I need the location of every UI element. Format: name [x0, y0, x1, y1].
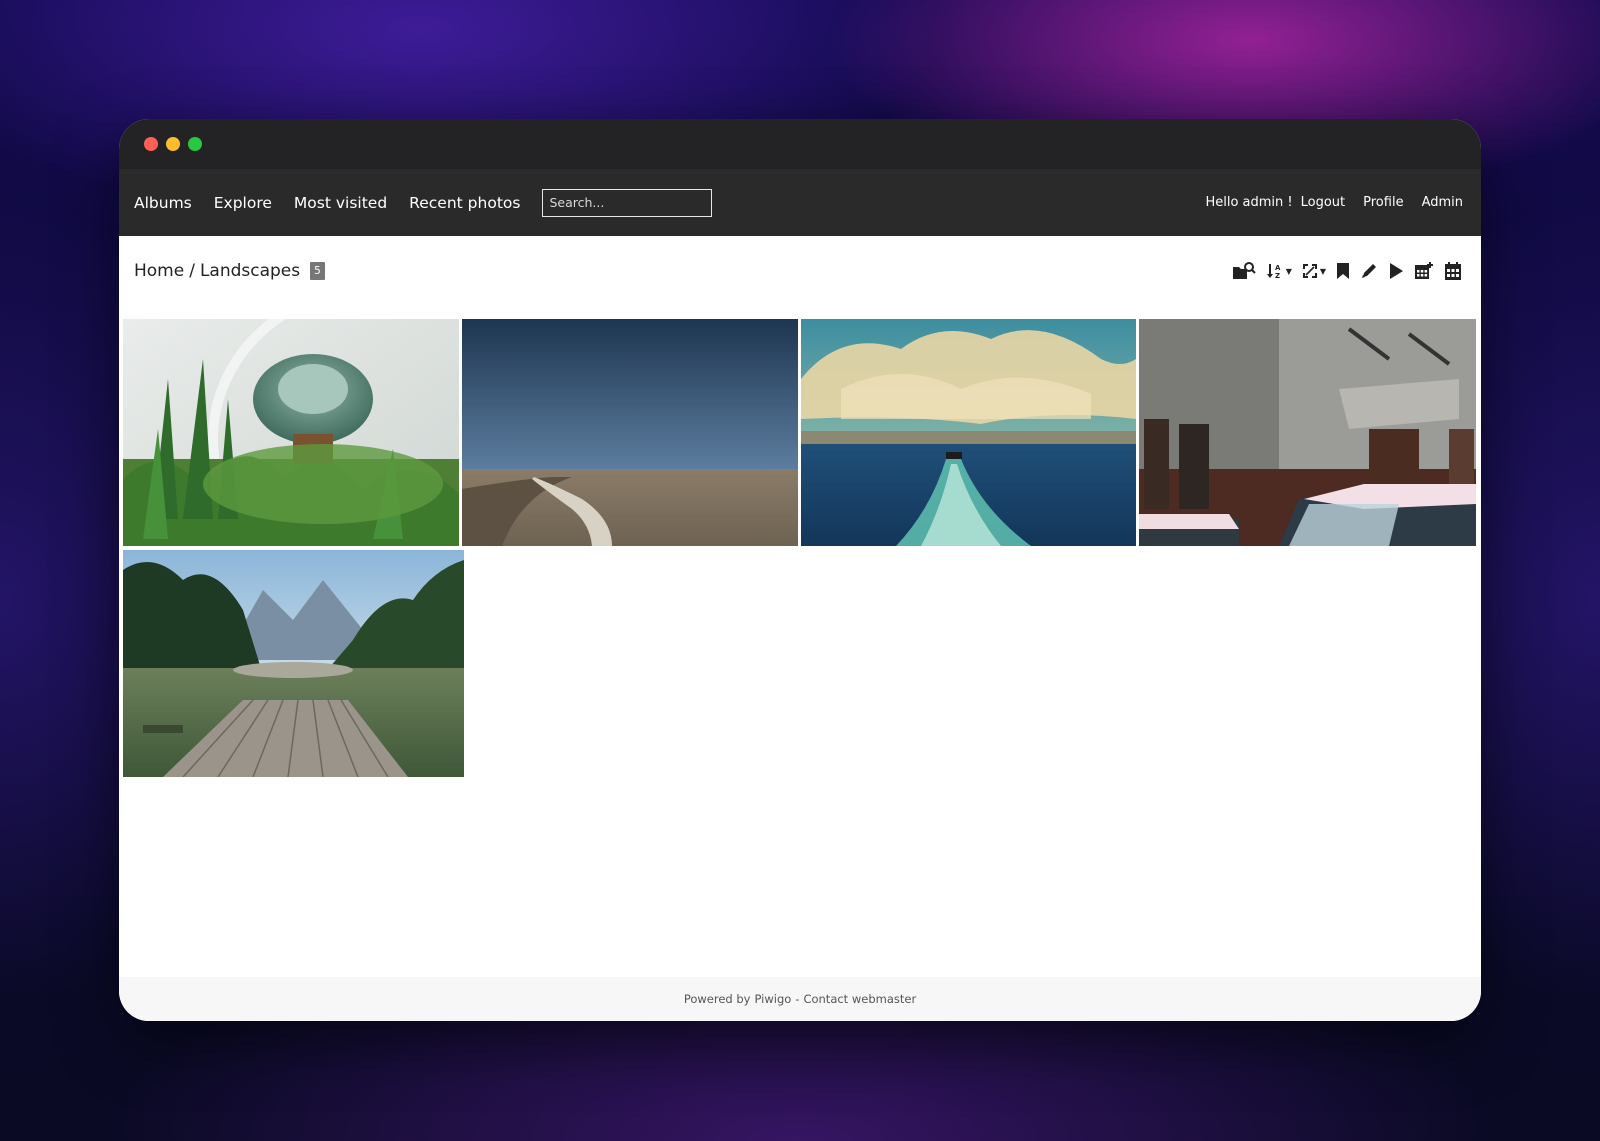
calendar-posted-icon[interactable] — [1414, 261, 1434, 281]
svg-text:A: A — [1275, 264, 1281, 272]
nav-recent-photos[interactable]: Recent photos — [409, 194, 520, 212]
breadcrumb-separator: / — [189, 261, 195, 281]
logout-link[interactable]: Logout — [1301, 195, 1346, 210]
breadcrumb: Home / Landscapes 5 — [134, 261, 325, 281]
search-input[interactable] — [542, 188, 713, 217]
minimize-window-button[interactable] — [166, 137, 180, 151]
browser-window: Albums Explore Most visited Recent photo… — [119, 119, 1481, 1021]
title-bar — [119, 119, 1481, 169]
breadcrumb-current[interactable]: Landscapes — [200, 261, 300, 281]
page-footer: Powered by Piwigo - Contact webmaster — [119, 977, 1481, 1021]
footer-separator: - — [795, 992, 800, 1006]
admin-link[interactable]: Admin — [1422, 195, 1463, 210]
main-navbar: Albums Explore Most visited Recent photo… — [119, 169, 1481, 236]
album-toolbar: A Z ▼ ▼ — [1232, 261, 1462, 281]
photo-thumbnail[interactable] — [1139, 319, 1476, 546]
thumbnail-gallery — [119, 306, 1481, 956]
photo-thumbnail[interactable] — [123, 319, 459, 546]
slideshow-icon[interactable] — [1388, 262, 1404, 280]
nav-links: Albums Explore Most visited Recent photo… — [134, 188, 713, 217]
greeting-text: Hello admin ! — [1205, 195, 1293, 210]
nav-explore[interactable]: Explore — [214, 194, 272, 212]
photo-thumbnail[interactable] — [462, 319, 798, 546]
contact-webmaster-link[interactable]: Contact webmaster — [803, 992, 916, 1006]
search-album-icon[interactable] — [1232, 261, 1256, 281]
svg-text:Z: Z — [1275, 272, 1280, 280]
edit-icon[interactable] — [1360, 262, 1378, 280]
nav-albums[interactable]: Albums — [134, 194, 192, 212]
maximize-window-button[interactable] — [188, 137, 202, 151]
calendar-icon[interactable] — [1444, 261, 1462, 281]
piwigo-link[interactable]: Piwigo — [754, 992, 791, 1006]
chevron-down-icon: ▼ — [1285, 266, 1292, 276]
bookmark-icon[interactable] — [1336, 262, 1350, 280]
sort-order-icon[interactable]: A Z ▼ — [1266, 262, 1292, 280]
photo-thumbnail[interactable] — [123, 550, 464, 777]
close-window-button[interactable] — [144, 137, 158, 151]
footer-powered-text: Powered by — [683, 992, 751, 1006]
user-menu: Hello admin ! Logout Profile Admin — [1205, 195, 1466, 210]
album-header: Home / Landscapes 5 A Z ▼ ▼ — [119, 236, 1481, 306]
chevron-down-icon: ▼ — [1319, 266, 1326, 276]
breadcrumb-home[interactable]: Home — [134, 261, 184, 281]
profile-link[interactable]: Profile — [1363, 195, 1403, 210]
nav-most-visited[interactable]: Most visited — [294, 194, 387, 212]
photo-count-badge: 5 — [310, 262, 325, 280]
photo-size-icon[interactable]: ▼ — [1302, 263, 1326, 279]
photo-thumbnail[interactable] — [801, 319, 1136, 546]
